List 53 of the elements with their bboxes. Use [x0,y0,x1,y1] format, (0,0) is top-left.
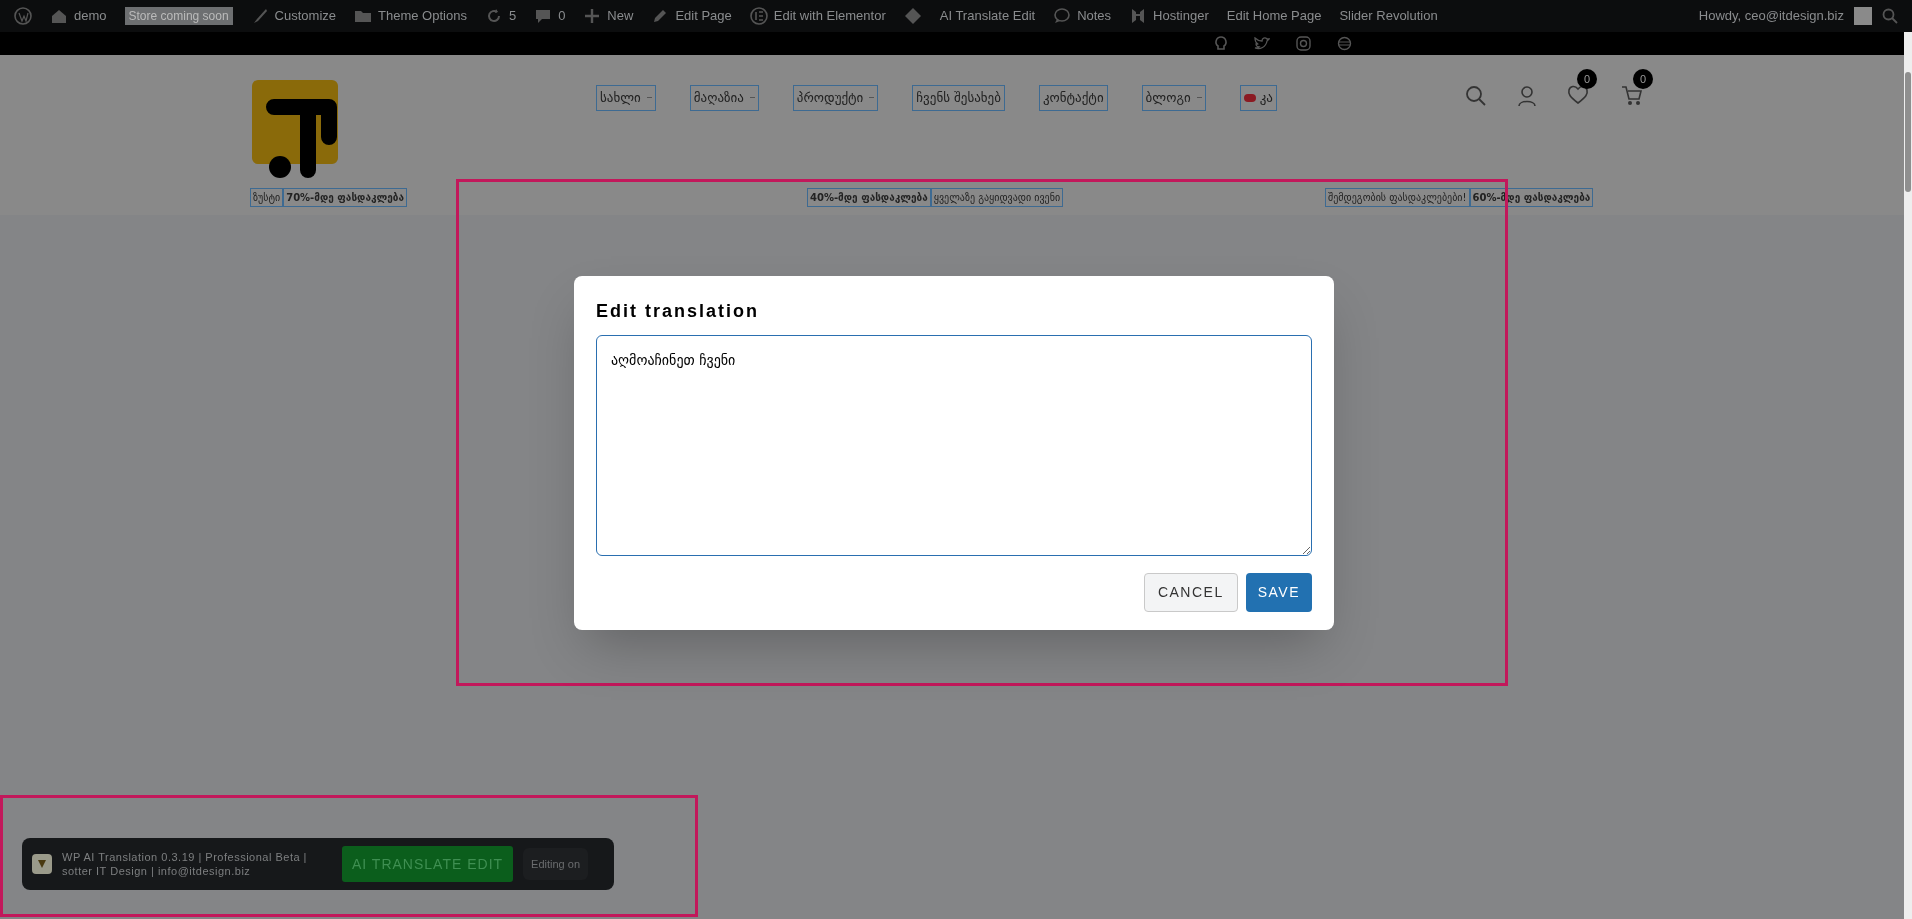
status-badge[interactable]: Store coming soon [124,7,233,25]
lightbulb-icon[interactable] [1214,35,1228,52]
admin-bar-link[interactable]: Edit with Elementor [773,6,886,26]
promo-link[interactable]: შემდეგობის ფასდაკლებები! [1325,188,1470,207]
admin-bar-link[interactable]: Slider Revolution [1339,6,1438,26]
nav-link[interactable]: სახლი [596,85,656,111]
plugin-logo-icon [32,854,52,874]
nav-link[interactable]: ბლოგი [1141,85,1206,111]
user-icon[interactable] [1517,85,1537,107]
plugin-info: WP AI Translation 0.3.19 | Professional Beta | sotter IT Design | info@itdesign.biz [62,850,308,878]
admin-bar-link[interactable]: Edit Page [675,6,732,26]
count-badge: 0 [1633,69,1653,89]
search-icon[interactable] [1882,8,1898,24]
diamond-icon[interactable] [903,7,922,25]
admin-bar-link[interactable]: 5 [508,6,517,26]
admin-bar-link[interactable]: Theme Options [378,6,467,26]
admin-bar-link[interactable]: AI Translate Edit [939,6,1036,26]
translation-field[interactable]: აღმოაჩინეთ ჩვენი [596,335,1312,556]
bird-icon[interactable] [1254,36,1270,51]
admin-bar-link[interactable]: Edit Home Page [1226,6,1322,26]
count-badge: 0 [1577,69,1597,89]
globe-icon[interactable] [1337,36,1352,51]
camera-icon[interactable] [1296,36,1311,51]
wordpress-logo-icon[interactable] [14,7,32,25]
greeting-link[interactable]: Howdy, ceo@itdesign.biz [1698,6,1844,26]
cancel-button[interactable]: CANCEL [1143,573,1238,612]
nav-link[interactable]: პროდუქტი [792,85,879,111]
cart-icon[interactable] [1621,85,1643,107]
promo-link[interactable]: ყველაზე გაყიდვადი ივენი [930,188,1064,207]
speech-bubble-icon[interactable] [1053,7,1072,25]
elementor-icon[interactable] [749,7,768,25]
promo-link[interactable]: 70%-მდე ფასდაკლება [283,188,407,207]
plus-icon[interactable] [583,7,602,25]
nav-link[interactable]: მაღაზია [689,85,759,111]
admin-bar-link[interactable]: 0 [558,6,566,26]
admin-bar-link[interactable]: Customize [274,6,336,26]
house-icon[interactable] [50,7,68,25]
scrollbar[interactable] [1904,32,1912,919]
admin-bar-link[interactable]: Hostinger [1153,6,1209,26]
nav-link[interactable]: კონტაქტი [1038,85,1108,111]
admin-bar-link[interactable]: demo [74,6,107,26]
dialog-title: Edit translation [596,300,760,323]
save-button[interactable]: SAVE [1245,573,1312,612]
nav-link[interactable]: კა [1239,85,1277,111]
comment-icon[interactable] [534,7,553,25]
search-icon[interactable] [1465,85,1487,107]
admin-bar-link[interactable]: Notes [1077,6,1112,26]
admin-bar-link[interactable]: New [607,6,634,26]
editing-toggle[interactable]: Editing on [523,848,588,880]
promo-link[interactable]: ზუსტი [250,188,284,207]
promo-link[interactable]: 40%-მდე ფასდაკლება [807,188,931,207]
heart-icon[interactable] [1567,85,1589,105]
nav-link[interactable]: ჩვენს შესახებ [912,85,1005,111]
